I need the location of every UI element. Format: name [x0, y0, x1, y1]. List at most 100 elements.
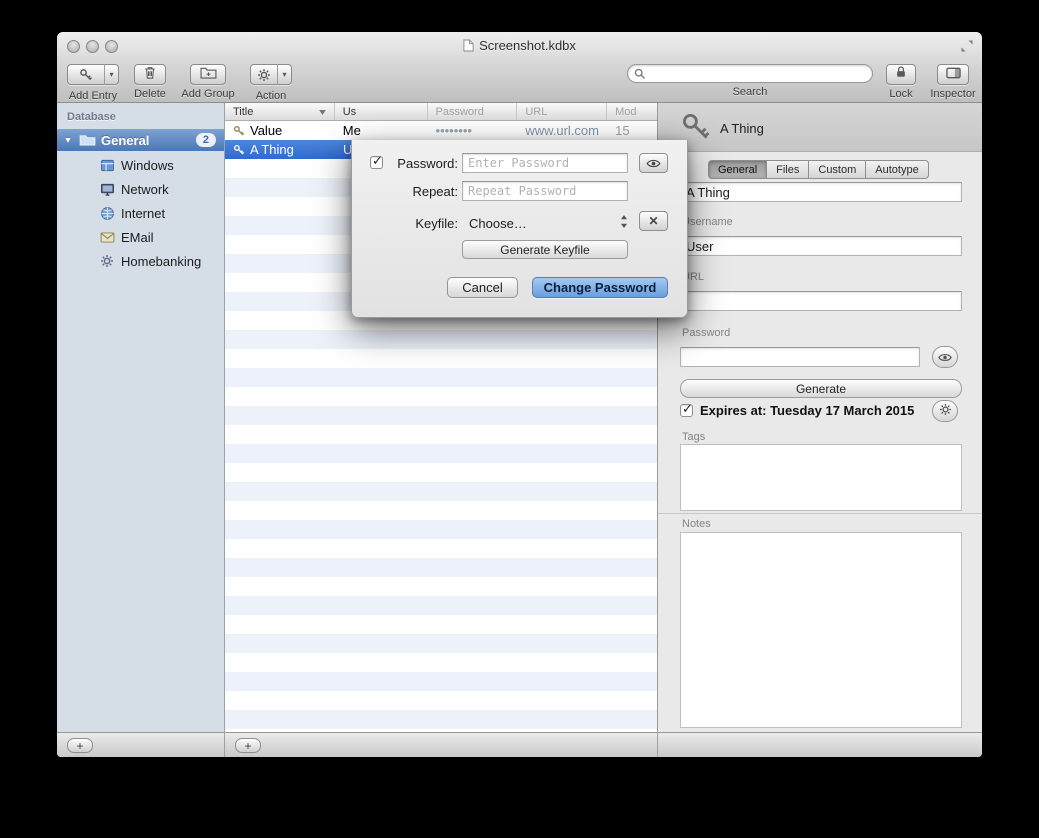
keyfile-popup[interactable]: Choose…	[469, 216, 527, 231]
sidebar-item-network[interactable]: Network	[57, 177, 224, 201]
windows-icon	[97, 159, 117, 172]
tab-files[interactable]: Files	[767, 160, 809, 179]
sidebar-item-label: EMail	[121, 230, 154, 245]
sidebar-item-homebanking[interactable]: Homebanking	[57, 249, 224, 273]
search-field[interactable]	[627, 64, 873, 83]
notes-label: Notes	[682, 518, 711, 530]
entry-url: www.url.com	[525, 123, 599, 138]
bottom-bar: + +	[57, 732, 982, 757]
search-input[interactable]	[650, 67, 866, 81]
column-header-password[interactable]: Password	[428, 103, 518, 120]
expires-checkbox[interactable]	[680, 404, 693, 417]
eye-icon	[646, 156, 661, 171]
sidebar-item-label: Windows	[121, 158, 174, 173]
key-icon	[68, 68, 104, 82]
inspector-header: A Thing	[658, 103, 982, 152]
chevron-down-icon: ▾	[277, 64, 291, 85]
clear-keyfile-button[interactable]: ✕	[639, 211, 668, 231]
add-group-button[interactable]	[190, 64, 226, 85]
action-label: Action	[249, 90, 293, 102]
sheet-repeat-label: Repeat:	[382, 184, 458, 199]
folder-icon	[79, 134, 96, 146]
lock-label: Lock	[883, 88, 919, 100]
homebanking-icon	[97, 254, 117, 268]
trash-icon	[143, 65, 157, 85]
add-group-group: Add Group	[177, 64, 239, 100]
key-icon	[233, 144, 245, 156]
entry-row-value[interactable]: Value Me •••••••• www.url.com 15	[225, 121, 657, 140]
sidebar-group-badge: 2	[196, 133, 216, 147]
expires-label: Expires at: Tuesday 17 March 2015	[700, 403, 914, 418]
inspector-toggle-button[interactable]	[937, 64, 969, 85]
search-label: Search	[627, 86, 873, 98]
username-label: Username	[682, 216, 733, 228]
sidebar-item-internet[interactable]: Internet	[57, 201, 224, 225]
close-icon: ✕	[648, 214, 658, 228]
column-header-url[interactable]: URL	[517, 103, 607, 120]
sidebar-group-general[interactable]: ▾ General 2	[57, 129, 224, 151]
add-entry-footer-button[interactable]: +	[235, 738, 261, 753]
eye-icon	[938, 350, 952, 365]
action-button[interactable]: ▾	[250, 64, 292, 85]
delete-group: Delete	[131, 64, 169, 100]
action-group: ▾ Action	[249, 64, 293, 102]
screen-background: Screenshot.kdbx ▾ Add Entry	[0, 0, 1039, 838]
show-password-button[interactable]	[932, 346, 958, 368]
lock-button[interactable]	[886, 64, 916, 85]
column-header-username[interactable]: Us	[335, 103, 428, 120]
sheet-keyfile-label: Keyfile:	[382, 216, 458, 231]
inspector-panel: A Thing General Files Custom Autotype Us…	[658, 103, 982, 732]
password-field[interactable]	[680, 347, 920, 367]
folder-plus-icon	[200, 66, 217, 84]
expires-settings-button[interactable]	[932, 400, 958, 422]
generate-keyfile-button[interactable]: Generate Keyfile	[462, 240, 628, 259]
entry-title: A Thing	[250, 142, 294, 157]
divider	[224, 732, 225, 757]
chevron-down-icon: ▾	[104, 64, 118, 85]
sheet-repeat-input[interactable]	[462, 181, 628, 201]
change-password-sheet: Password: Repeat: Keyfile: Choose… ✕ Gen…	[351, 140, 688, 318]
column-header-modified[interactable]: Mod	[607, 103, 657, 120]
disclosure-triangle-icon[interactable]: ▾	[57, 135, 79, 146]
window-chrome: Screenshot.kdbx ▾ Add Entry	[57, 32, 982, 103]
inspector-label: Inspector	[925, 88, 981, 100]
window-title: Screenshot.kdbx	[57, 38, 982, 53]
search-icon	[634, 68, 646, 80]
sidebar: Database ▾ General 2 Windows	[57, 103, 225, 732]
password-label: Password	[682, 327, 730, 339]
add-group-footer-button[interactable]: +	[67, 738, 93, 753]
divider	[657, 732, 658, 757]
app-window: Screenshot.kdbx ▾ Add Entry	[57, 32, 982, 757]
generate-password-button[interactable]: Generate	[680, 379, 962, 398]
add-group-label: Add Group	[177, 88, 239, 100]
gear-icon	[939, 403, 952, 419]
add-entry-button[interactable]: ▾	[67, 64, 119, 85]
notes-input[interactable]	[680, 532, 962, 728]
column-header-title[interactable]: Title	[225, 103, 335, 120]
sidebar-item-label: Internet	[121, 206, 165, 221]
network-icon	[97, 183, 117, 196]
entry-modified: 15	[615, 123, 629, 138]
lock-icon	[895, 65, 907, 84]
username-field[interactable]	[680, 236, 962, 256]
popup-stepper-icon[interactable]	[620, 214, 628, 234]
tab-autotype[interactable]: Autotype	[866, 160, 928, 179]
key-icon	[233, 125, 245, 137]
fullscreen-icon[interactable]	[960, 39, 974, 58]
sort-indicator-icon	[319, 106, 326, 118]
sidebar-item-windows[interactable]: Windows	[57, 153, 224, 177]
change-password-button[interactable]: Change Password	[532, 277, 668, 298]
delete-button[interactable]	[134, 64, 166, 85]
sidebar-item-email[interactable]: EMail	[57, 225, 224, 249]
title-field[interactable]	[680, 182, 962, 202]
tab-custom[interactable]: Custom	[809, 160, 866, 179]
entry-title: Value	[250, 123, 282, 138]
sheet-password-input[interactable]	[462, 153, 628, 173]
url-field[interactable]	[680, 291, 962, 311]
show-password-button[interactable]	[639, 153, 668, 173]
inspector-tabs: General Files Custom Autotype	[708, 160, 929, 179]
tags-input[interactable]	[680, 444, 962, 511]
sidebar-group-label: General	[101, 133, 149, 148]
cancel-button[interactable]: Cancel	[447, 277, 518, 298]
tab-general[interactable]: General	[708, 160, 767, 179]
